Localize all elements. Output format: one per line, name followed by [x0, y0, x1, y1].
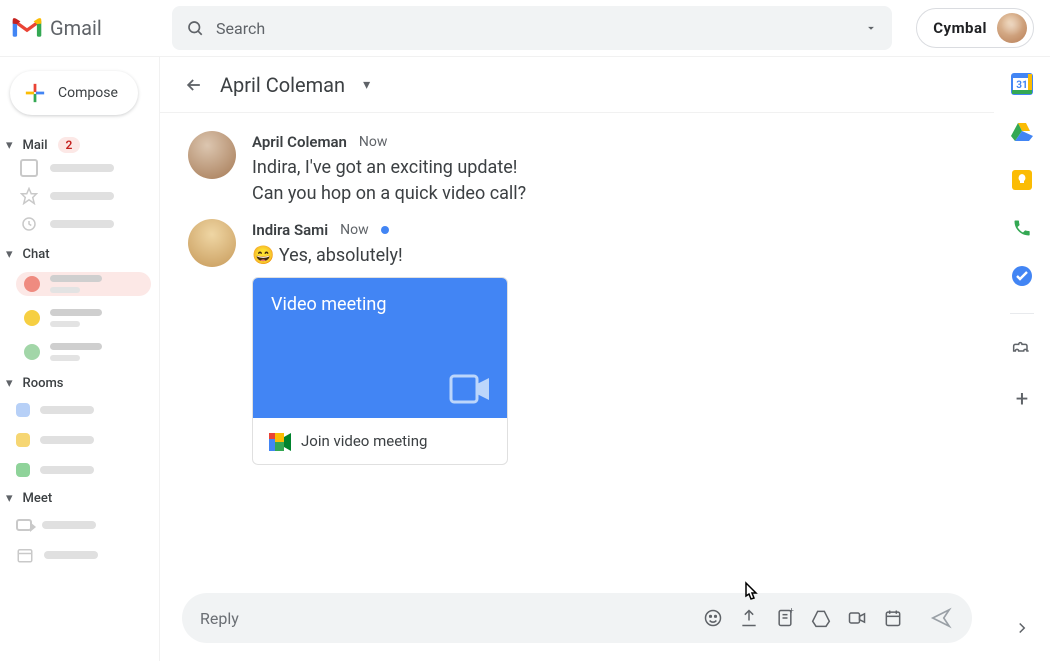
room-color-icon	[16, 463, 30, 477]
upload-icon[interactable]	[736, 605, 762, 631]
chevron-down-icon: ▾	[6, 138, 13, 153]
presence-dot-icon	[24, 276, 40, 292]
room-color-icon	[16, 433, 30, 447]
message-text: Indira, I've got an exciting update! Can…	[252, 155, 526, 207]
drive-app-icon[interactable]	[1011, 121, 1033, 143]
message-item: April Coleman Now Indira, I've got an ex…	[188, 131, 966, 207]
room-color-icon	[16, 403, 30, 417]
svg-text:+: +	[789, 608, 794, 616]
room-item[interactable]	[16, 459, 151, 481]
message-text: 😄 Yes, absolutely!	[252, 243, 508, 269]
video-call-icon[interactable]	[844, 605, 870, 631]
keep-app-icon[interactable]	[1011, 169, 1033, 191]
room-item[interactable]	[16, 399, 151, 421]
calendar-event-icon[interactable]	[880, 605, 906, 631]
sender-name[interactable]: April Coleman	[252, 133, 347, 151]
get-addons-icon[interactable]: +	[1011, 388, 1033, 410]
clock-icon	[20, 215, 38, 233]
chevron-down-icon: ▾	[6, 491, 13, 506]
gmail-logo-icon	[12, 17, 42, 39]
star-icon	[20, 187, 38, 205]
meet-new-item[interactable]	[16, 514, 151, 536]
chevron-down-icon[interactable]: ▾	[363, 77, 370, 93]
sidebar-section-meet[interactable]: ▾ Meet	[0, 483, 159, 512]
app-name: Gmail	[50, 16, 102, 40]
divider	[1010, 313, 1034, 314]
account-switcher[interactable]: Cymbal	[916, 8, 1034, 48]
google-meet-icon	[269, 433, 289, 449]
search-icon	[186, 19, 204, 37]
message-item: Indira Sami Now 😄 Yes, absolutely! Video…	[188, 219, 966, 465]
message-time: Now	[340, 222, 369, 238]
inbox-icon	[20, 159, 38, 177]
conversation-title[interactable]: April Coleman	[220, 73, 345, 97]
back-button[interactable]	[184, 75, 204, 95]
drive-icon[interactable]	[808, 605, 834, 631]
plus-icon	[24, 82, 46, 104]
chat-label: Chat	[23, 247, 50, 262]
tasks-app-icon[interactable]	[1011, 265, 1033, 287]
sender-avatar[interactable]	[188, 131, 236, 179]
presence-dot-icon	[24, 310, 40, 326]
mail-label: Mail	[23, 138, 48, 153]
unread-indicator-icon	[381, 226, 389, 234]
rooms-list	[0, 397, 159, 483]
chevron-down-icon: ▾	[6, 376, 13, 391]
video-meeting-title: Video meeting	[271, 294, 489, 315]
video-meeting-card: Video meeting	[252, 277, 508, 465]
meet-join-item[interactable]	[16, 544, 151, 566]
addons-icon[interactable]	[1011, 340, 1033, 362]
chat-contact-item[interactable]	[16, 340, 151, 364]
search-placeholder: Search	[216, 19, 864, 38]
chevron-down-icon: ▾	[6, 247, 13, 262]
reply-input[interactable]: Reply +	[182, 593, 972, 643]
search-bar[interactable]: Search	[172, 6, 892, 50]
calendar-app-icon[interactable]: 31	[1011, 73, 1033, 95]
mail-unread-badge: 2	[58, 137, 81, 153]
join-video-meeting-button[interactable]: Join video meeting	[253, 418, 507, 464]
message-time: Now	[359, 134, 388, 150]
chat-contact-item[interactable]	[16, 272, 151, 296]
video-camera-icon	[449, 372, 491, 406]
sidebar-section-chat[interactable]: ▾ Chat	[0, 239, 159, 268]
message-list: April Coleman Now Indira, I've got an ex…	[160, 113, 994, 585]
rooms-label: Rooms	[23, 376, 64, 391]
video-meeting-banner: Video meeting	[253, 278, 507, 418]
compose-label: Compose	[58, 85, 118, 101]
presence-dot-icon	[24, 344, 40, 360]
app-brand[interactable]: Gmail	[12, 16, 148, 40]
side-panel: 31 +	[994, 56, 1050, 661]
sidebar: Compose ▾ Mail 2	[0, 56, 160, 661]
reply-placeholder: Reply	[200, 609, 690, 628]
chat-contact-item[interactable]	[16, 306, 151, 330]
collapse-panel-icon[interactable]	[1011, 617, 1033, 639]
mail-nav-items	[0, 159, 159, 239]
sender-name[interactable]: Indira Sami	[252, 221, 328, 239]
mail-inbox-item[interactable]	[20, 159, 151, 177]
room-item[interactable]	[16, 429, 151, 451]
meet-label: Meet	[23, 491, 53, 506]
main-content: April Coleman ▾ April Coleman Now Indira…	[160, 56, 994, 661]
sidebar-section-rooms[interactable]: ▾ Rooms	[0, 368, 159, 397]
conversation-header: April Coleman ▾	[160, 57, 994, 113]
app-header: Gmail Search Cymbal	[0, 0, 1050, 56]
sender-avatar[interactable]	[188, 219, 236, 267]
chat-list	[0, 268, 159, 368]
video-camera-icon	[16, 519, 32, 531]
emoji-icon[interactable]	[700, 605, 726, 631]
compose-button[interactable]: Compose	[10, 71, 138, 115]
contacts-app-icon[interactable]	[1011, 217, 1033, 239]
send-icon[interactable]	[928, 605, 954, 631]
account-brand-label: Cymbal	[933, 19, 987, 37]
sidebar-section-mail[interactable]: ▾ Mail 2	[0, 129, 159, 159]
mail-starred-item[interactable]	[20, 187, 151, 205]
svg-text:31: 31	[1016, 80, 1027, 91]
mail-snoozed-item[interactable]	[20, 215, 151, 233]
calendar-icon	[16, 546, 34, 564]
create-doc-icon[interactable]: +	[772, 605, 798, 631]
meet-list	[0, 512, 159, 568]
join-video-meeting-label: Join video meeting	[301, 432, 427, 450]
search-options-icon[interactable]	[864, 21, 878, 35]
user-avatar[interactable]	[997, 13, 1027, 43]
